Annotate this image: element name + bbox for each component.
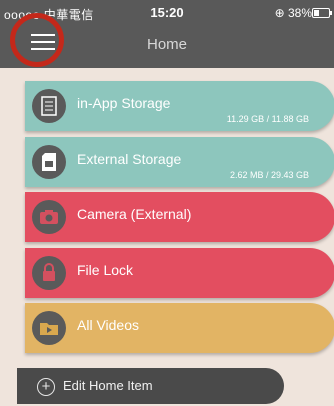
video-folder-icon [32,311,66,345]
edit-home-item-button[interactable]: + Edit Home Item [17,368,284,404]
storage-size: 11.29 GB / 11.88 GB [226,114,309,124]
battery-level [314,10,320,16]
top-bar: ooooo 中華電信 15:20 ⊕ 38% Home [0,0,334,68]
sd-card-icon [32,145,66,179]
document-icon [32,89,66,123]
home-item-camera-external[interactable]: Camera (External) [25,192,334,242]
battery-icon [312,8,332,18]
home-item-file-lock[interactable]: File Lock [25,248,334,298]
item-label: in-App Storage [77,95,171,111]
item-label: External Storage [77,151,182,167]
item-label: File Lock [77,262,134,278]
edit-home-item-label: Edit Home Item [63,378,153,393]
storage-size: 2.62 MB / 29.43 GB [229,170,309,180]
camera-icon [32,200,66,234]
page-title: Home [146,36,187,53]
home-item-external-storage[interactable]: External Storage 2.62 MB / 29.43 GB [25,137,334,187]
battery-text: ⊕ 38% [274,6,312,20]
item-label: Camera (External) [77,206,192,222]
plus-circle-icon: + [37,378,55,396]
home-item-all-videos[interactable]: All Videos [25,303,334,353]
lock-icon [32,256,66,290]
home-item-in-app-storage[interactable]: in-App Storage 11.29 GB / 11.88 GB [25,81,334,131]
item-label: All Videos [77,317,140,333]
